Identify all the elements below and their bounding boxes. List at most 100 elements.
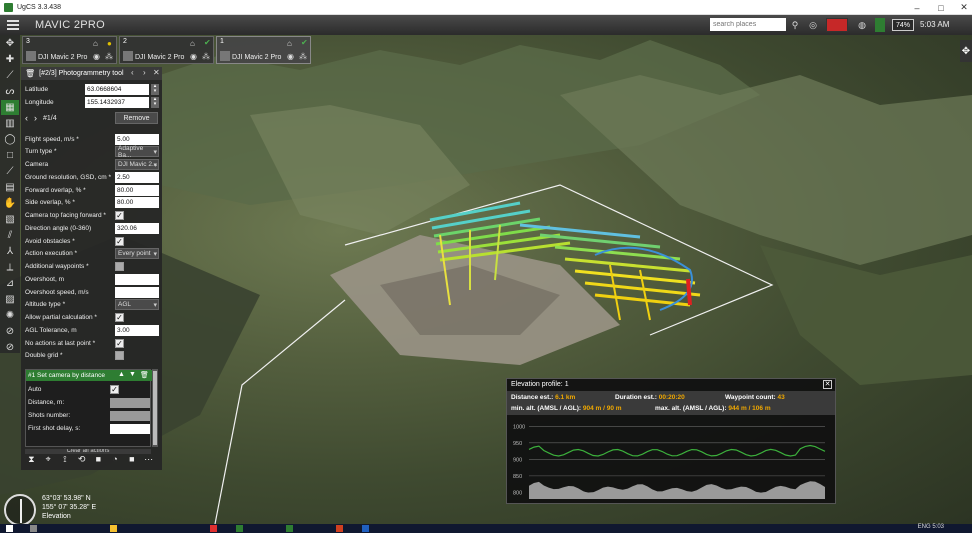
param-label: Direction angle (0-360): [25, 224, 92, 232]
tool-ruler-icon[interactable]: ⟂: [1, 260, 19, 275]
param-checkbox[interactable]: ✓: [115, 338, 124, 348]
drone-card-2[interactable]: 2 DJI Mavic 2 Pro ⌂ ✔ ◉ ⁂: [119, 36, 214, 64]
param-input[interactable]: 2.50: [115, 171, 159, 183]
param-input[interactable]: 80.00: [115, 184, 159, 196]
camera-trigger-icon[interactable]: ■: [126, 454, 139, 464]
trash-icon[interactable]: 🗑: [25, 69, 35, 78]
longitude-field[interactable]: 155.1432937: [85, 96, 149, 108]
param-dropdown[interactable]: Every point: [115, 248, 159, 260]
tool-grid-icon[interactable]: ▤: [1, 180, 19, 195]
compass-icon[interactable]: [4, 494, 36, 526]
minimize-button[interactable]: –: [906, 0, 928, 15]
gimbal-icon[interactable]: ⟟: [59, 454, 72, 465]
prev-route-icon[interactable]: ‹: [131, 68, 134, 77]
globe-icon[interactable]: ◎: [807, 18, 819, 32]
drone-card-3[interactable]: 3 DJI Mavic 2 Pro ⌂ ● ◉ ⁂: [22, 36, 117, 64]
shots-field[interactable]: [110, 410, 150, 421]
adsb-icon[interactable]: ◍: [855, 18, 869, 32]
param-input[interactable]: [115, 273, 159, 285]
tool-photogrammetry-icon[interactable]: ▦: [1, 100, 19, 115]
close-window-button[interactable]: ✕: [953, 0, 972, 15]
param-dropdown[interactable]: AGL: [115, 299, 159, 311]
remove-button[interactable]: Remove: [115, 112, 158, 124]
next-waypoint-icon[interactable]: ›: [34, 113, 37, 123]
close-panel-icon[interactable]: ✕: [153, 68, 160, 77]
param-dropdown[interactable]: Adaptive Ba...: [115, 145, 159, 159]
action-header[interactable]: #1 Set camera by distance ▲ ▼ 🗑: [26, 370, 152, 381]
camera-time-icon[interactable]: ◔: [109, 454, 122, 464]
param-input[interactable]: 5.00: [115, 133, 159, 145]
eye-icon[interactable]: ◉: [93, 52, 100, 61]
menu-icon[interactable]: [3, 15, 23, 35]
search-taskbar-icon[interactable]: [30, 525, 37, 532]
maximize-button[interactable]: □: [930, 0, 952, 15]
tool-line-icon[interactable]: ⟋: [1, 164, 19, 179]
eye-icon[interactable]: ◉: [287, 52, 294, 61]
param-checkbox[interactable]: [115, 262, 124, 271]
camera-distance-icon[interactable]: ⋯: [142, 454, 155, 465]
param-input[interactable]: [115, 286, 159, 298]
network-icon[interactable]: ⁂: [299, 52, 307, 61]
tool-move-icon[interactable]: ✥: [1, 36, 19, 51]
param-input[interactable]: 320.06: [115, 222, 159, 234]
explorer-icon[interactable]: [110, 525, 117, 532]
tool-hatch-icon[interactable]: ▨: [1, 292, 19, 307]
network-icon[interactable]: ⁂: [105, 52, 113, 61]
lock-icon[interactable]: ⌂: [287, 39, 292, 48]
tool-measure-icon[interactable]: ⊿: [1, 276, 19, 291]
eye-icon[interactable]: ◉: [190, 52, 197, 61]
param-checkbox[interactable]: [115, 351, 124, 361]
lock-icon[interactable]: ⌂: [93, 39, 98, 48]
yaw-icon[interactable]: ⟲: [75, 454, 88, 465]
close-elevation-icon[interactable]: ✕: [823, 380, 832, 389]
tool-no-fly-icon[interactable]: ⊘: [1, 324, 19, 339]
tool-area-icon[interactable]: ▥: [1, 116, 19, 131]
move-up-icon[interactable]: ▲: [118, 371, 125, 378]
longitude-adjust-icon[interactable]: ▴ ▾: [151, 96, 159, 108]
tool-split-icon[interactable]: ⫽: [1, 228, 19, 243]
delete-action-icon[interactable]: 🗑: [140, 371, 149, 379]
tool-path-icon[interactable]: ᔕ: [1, 84, 19, 99]
camera-mode-icon[interactable]: ■: [92, 454, 105, 464]
poi-icon[interactable]: ⌖: [42, 454, 55, 465]
tool-route-icon[interactable]: ⟋: [1, 68, 19, 83]
app-icon-red[interactable]: [210, 525, 217, 532]
tool-add-icon[interactable]: ✚: [1, 52, 19, 67]
word-icon[interactable]: [362, 525, 369, 532]
app-icon-green[interactable]: [236, 525, 243, 532]
tool-sun-icon[interactable]: ✺: [1, 308, 19, 323]
tool-scan-icon[interactable]: ▧: [1, 212, 19, 227]
param-checkbox[interactable]: ✓: [115, 211, 124, 220]
ugcs-taskbar-icon[interactable]: [286, 525, 293, 532]
next-route-icon[interactable]: ›: [143, 68, 146, 77]
search-places-input[interactable]: [710, 18, 786, 31]
latitude-adjust-icon[interactable]: ▴ ▾: [151, 83, 159, 95]
action-scrollbar[interactable]: [152, 369, 158, 447]
expand-panel-icon[interactable]: ✥: [960, 40, 972, 62]
param-checkbox[interactable]: ✓: [115, 313, 124, 322]
office-icon[interactable]: [336, 525, 343, 532]
move-down-icon[interactable]: ▼: [129, 371, 136, 378]
drone-card-1[interactable]: 1 DJI Mavic 2 Pro ⌂ ✔ ◉ ⁂: [216, 36, 311, 64]
wait-icon[interactable]: ⧗: [25, 454, 38, 465]
prev-waypoint-icon[interactable]: ‹: [25, 113, 28, 123]
tool-hand-icon[interactable]: ✋: [1, 196, 19, 211]
param-input[interactable]: 3.00: [115, 324, 159, 336]
latitude-field[interactable]: 63.0668604: [85, 83, 149, 95]
tool-restrict-icon[interactable]: ⊘: [1, 340, 19, 355]
cursor-elevation: Elevation: [42, 513, 71, 520]
auto-checkbox[interactable]: ✓: [110, 385, 119, 394]
tool-tree-icon[interactable]: ⅄: [1, 244, 19, 259]
delay-field[interactable]: [110, 423, 150, 434]
start-icon[interactable]: [6, 525, 13, 532]
network-icon[interactable]: ⁂: [202, 52, 210, 61]
param-dropdown[interactable]: DJI Mavic 2...: [115, 159, 159, 170]
param-input[interactable]: 80.00: [115, 197, 159, 209]
param-checkbox[interactable]: ✓: [115, 236, 124, 246]
tool-square-icon[interactable]: □: [1, 148, 19, 163]
search-icon[interactable]: ⚲: [790, 18, 800, 32]
keyboard-icon[interactable]: [826, 18, 848, 32]
distance-field[interactable]: [110, 397, 150, 408]
lock-icon[interactable]: ⌂: [190, 39, 195, 48]
tool-circle-icon[interactable]: ◯: [1, 132, 19, 147]
